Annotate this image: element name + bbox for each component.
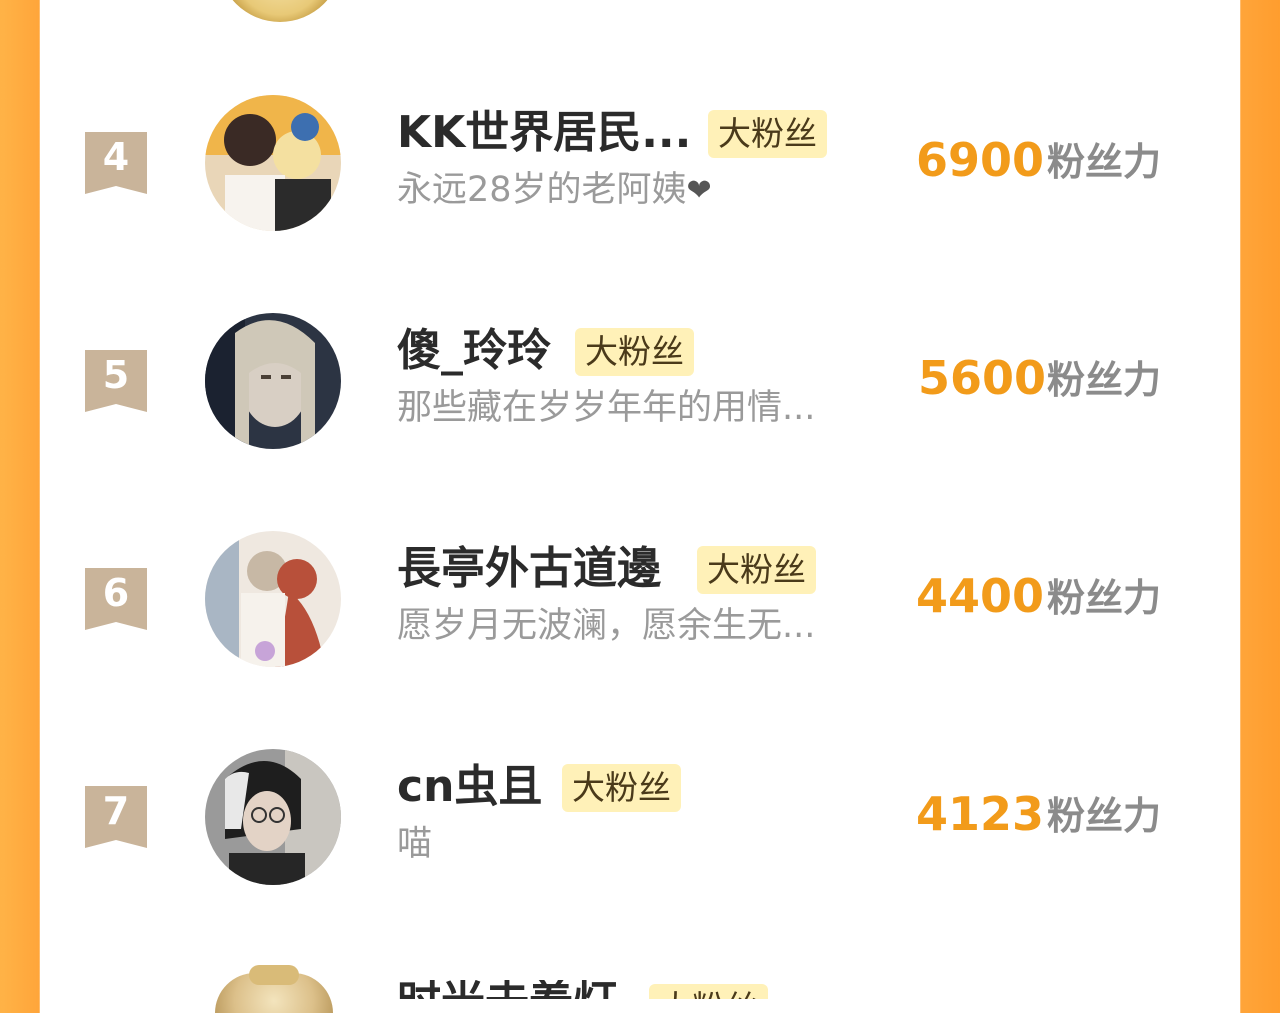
fan-rank-row[interactable]: 7 cn虫且 大粉丝 喵 4123 粉丝力 [0, 746, 1280, 886]
fan-score: 4400 [916, 569, 1045, 623]
avatar[interactable] [205, 95, 341, 231]
rank-ribbon-icon: 6 [85, 568, 147, 630]
fan-rank-row[interactable]: 5 傻_玲玲 大粉丝 那些藏在岁岁年年的用情... 5600 粉丝力 [0, 310, 1280, 450]
rank-ribbon-icon: 4 [85, 132, 147, 194]
heart-icon: ❤ [686, 173, 712, 208]
fan-bio: 喵 [397, 824, 433, 864]
fan-bio: 永远28岁的老阿姨❤ [397, 168, 712, 213]
fan-level-badge: 大粉丝 [697, 546, 816, 594]
fan-level-badge: 大粉丝 [708, 110, 827, 158]
score-unit: 粉丝力 [1047, 794, 1162, 838]
rank-number: 4 [102, 135, 130, 179]
fan-score: 5600 [918, 351, 1047, 405]
fan-rank-row-partial[interactable]: 时光去羞灯 大粉丝 [397, 980, 917, 999]
fan-level-badge: 大粉丝 [649, 984, 768, 999]
fan-bio: 愿岁月无波澜，愿余生无... [397, 606, 816, 646]
fan-name: 傻_玲玲 [397, 325, 551, 376]
score-unit: 粉丝力 [1047, 140, 1162, 184]
fan-name: cn虫且 [397, 761, 543, 812]
score-unit: 粉丝力 [1047, 576, 1162, 620]
avatar[interactable] [205, 313, 341, 449]
fan-name: KK世界居民... [397, 107, 692, 158]
rank-number: 7 [102, 789, 130, 833]
fan-level-badge: 大粉丝 [575, 328, 694, 376]
rank-number: 5 [102, 353, 130, 397]
fan-name: 时光去羞灯 [397, 980, 617, 999]
fan-rank-row[interactable]: 6 長亭外古道邊 大粉丝 愿岁月无波澜，愿余生无... 4400 粉丝力 [0, 528, 1280, 668]
fan-score: 4123 [916, 787, 1045, 841]
fan-rank-row[interactable]: 4 KK世界居民... 大粉丝 永远28岁的老阿姨❤ 6900 粉丝力 [0, 92, 1280, 232]
rank-ribbon-icon: 7 [85, 786, 147, 848]
fan-name: 長亭外古道邊 [397, 543, 661, 594]
avatar[interactable] [205, 749, 341, 885]
rank-number: 6 [102, 571, 130, 615]
avatar[interactable] [205, 531, 341, 667]
rank-ribbon-icon: 5 [85, 350, 147, 412]
avatar[interactable] [215, 965, 333, 1013]
score-unit: 粉丝力 [1047, 358, 1162, 402]
fan-level-badge: 大粉丝 [562, 764, 681, 812]
fan-bio-text: 永远28岁的老阿姨 [397, 170, 687, 210]
fan-bio: 那些藏在岁岁年年的用情... [397, 388, 816, 428]
fan-score: 6900 [916, 133, 1045, 187]
